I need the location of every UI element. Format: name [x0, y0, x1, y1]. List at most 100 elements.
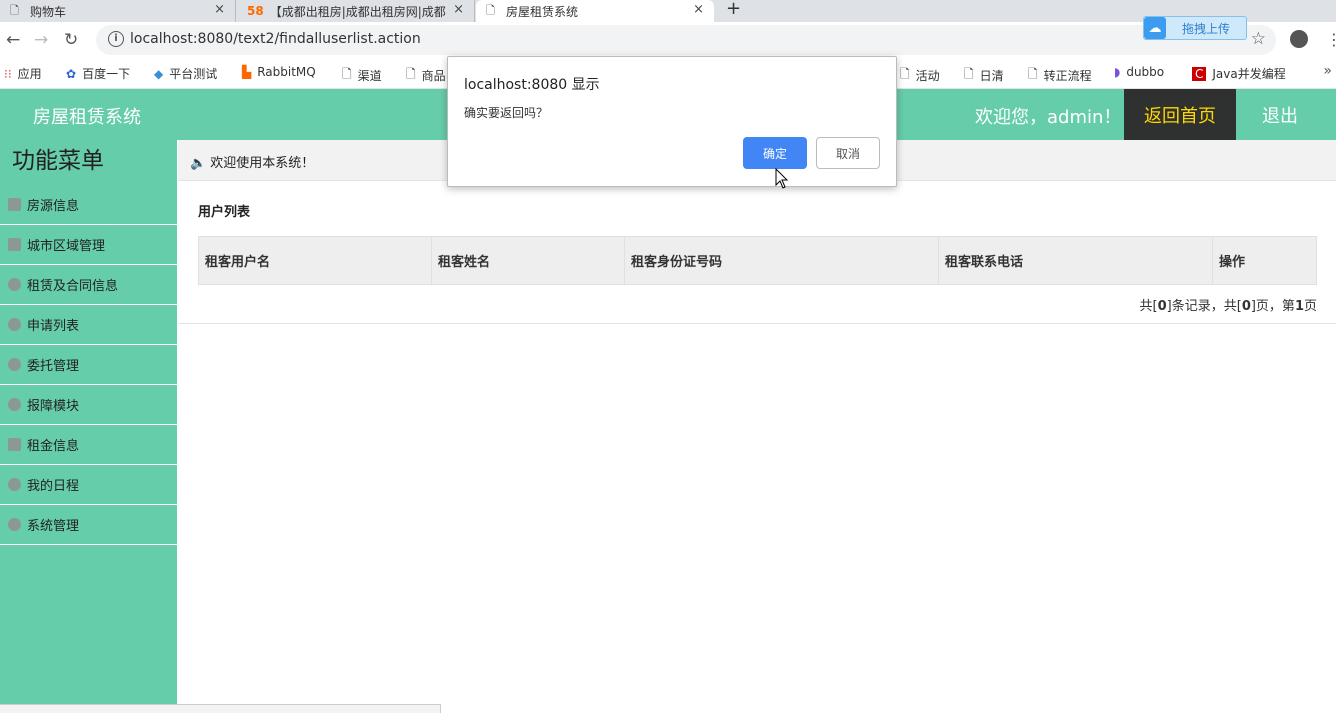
dialog-title: localhost:8080 显示	[464, 77, 600, 93]
pager-text: 共[	[1139, 299, 1158, 314]
page-icon: 🗋	[406, 67, 416, 81]
bookmarks-more-icon[interactable]: »	[1323, 63, 1332, 79]
bookmark-label: 活动	[915, 69, 940, 83]
browser-tab-58[interactable]: 58 【成都出租房|成都出租房网|成都 ×	[237, 0, 475, 22]
close-icon[interactable]: ×	[693, 2, 704, 17]
bookmark-apps[interactable]: ⁝⁝ 应用	[4, 65, 42, 82]
record-count: 0	[1157, 299, 1167, 314]
home-button[interactable]: 返回首页	[1124, 89, 1236, 140]
sidebar-item-label: 申请列表	[27, 319, 80, 334]
sidebar-item-label: 租赁及合同信息	[27, 279, 119, 294]
sidebar-item-system[interactable]: 系统管理	[0, 505, 177, 545]
column-header-name: 租客姓名	[431, 236, 625, 285]
page-icon: 🗋	[900, 67, 910, 81]
bookmark-activity[interactable]: 🗋 活动	[900, 65, 940, 86]
divider	[178, 323, 1336, 324]
reload-icon[interactable]: ↻	[64, 30, 78, 50]
info-icon[interactable]: i	[108, 31, 124, 47]
sidebar: 功能菜单 房源信息 城市区域管理 租赁及合同信息 申请列表 委托管理 报障模块 …	[0, 140, 177, 712]
bookmark-regularization[interactable]: 🗋 转正流程	[1028, 65, 1092, 86]
sidebar-item-label: 城市区域管理	[27, 239, 106, 254]
gear-icon	[8, 518, 21, 531]
bookmark-label: 平台测试	[169, 67, 218, 81]
diamond-icon: ◆	[154, 66, 164, 81]
column-header-actions: 操作	[1212, 236, 1317, 285]
cloud-icon: ☁	[1144, 17, 1166, 39]
column-header-id-number: 租客身份证号码	[624, 236, 939, 285]
page-icon: 🗋	[1028, 67, 1038, 81]
notice-text: 欢迎使用本系统！	[210, 156, 315, 171]
menu-kebab-icon[interactable]: ⋮	[1326, 30, 1336, 49]
csdn-icon: C	[1192, 66, 1207, 81]
apps-grid-icon: ⁝⁝	[4, 66, 12, 81]
sidebar-item-repairs[interactable]: 报障模块	[0, 385, 177, 425]
forward-arrow-icon[interactable]: →	[34, 30, 48, 50]
bookmark-goods[interactable]: 🗋 商品	[406, 65, 446, 86]
star-icon[interactable]: ☆	[1251, 29, 1266, 49]
speaker-icon: 🔈	[190, 156, 207, 171]
url-text[interactable]: localhost:8080/text2/findalluserlist.act…	[130, 31, 421, 47]
bookmark-label: 商品	[421, 69, 446, 83]
sidebar-item-entrust[interactable]: 委托管理	[0, 345, 177, 385]
gear-icon	[8, 358, 21, 371]
upload-label: 拖拽上传	[1181, 21, 1230, 36]
bookmark-label: RabbitMQ	[257, 65, 316, 79]
tab-label: 购物车	[30, 4, 67, 19]
app-title: 房屋租赁系统	[33, 107, 141, 128]
close-icon[interactable]: ×	[214, 2, 225, 17]
page-count: 0	[1241, 299, 1251, 314]
sidebar-item-schedule[interactable]: 我的日程	[0, 465, 177, 505]
address-bar[interactable]: i localhost:8080/text2/findalluserlist.a…	[96, 25, 1276, 55]
sidebar-item-label: 房源信息	[27, 199, 80, 214]
user-card-icon	[8, 438, 21, 451]
table-header-row: 租客用户名 租客姓名 租客身份证号码 租客联系电话 操作	[198, 236, 1317, 285]
browser-tab-cart[interactable]: 🗋 购物车 ×	[0, 0, 236, 22]
bookmark-java-concurrency[interactable]: C Java并发编程	[1192, 65, 1286, 82]
sidebar-item-applications[interactable]: 申请列表	[0, 305, 177, 345]
bookmark-dubbo[interactable]: ◗ dubbo	[1114, 65, 1164, 79]
sidebar-item-leases[interactable]: 租赁及合同信息	[0, 265, 177, 305]
pagination-info: 共[0]条记录，共[0]页，第1页	[1140, 295, 1317, 314]
bookmark-daily[interactable]: 🗋 日清	[964, 65, 1004, 86]
pager-text: ]页，第	[1250, 299, 1295, 314]
back-arrow-icon[interactable]: ←	[6, 30, 20, 50]
pager-text: 页	[1303, 299, 1317, 314]
bookmark-label: 百度一下	[82, 67, 131, 81]
bookmark-baidu[interactable]: ✿ 百度一下	[66, 65, 130, 82]
tab-label: 房屋租赁系统	[506, 4, 579, 19]
rabbitmq-icon: ▙	[242, 65, 252, 79]
user-card-icon	[8, 238, 21, 251]
ok-button[interactable]: 确定	[743, 137, 807, 169]
bookmark-rabbitmq[interactable]: ▙ RabbitMQ	[242, 65, 316, 79]
bookmark-label: 转正流程	[1043, 69, 1092, 83]
gear-icon	[8, 478, 21, 491]
sidebar-item-rent[interactable]: 租金信息	[0, 425, 177, 465]
sidebar-item-listings[interactable]: 房源信息	[0, 185, 177, 225]
gear-icon	[8, 398, 21, 411]
dubbo-icon: ◗	[1114, 65, 1121, 79]
gear-icon	[8, 318, 21, 331]
bookmark-channel[interactable]: 🗋 渠道	[342, 65, 382, 86]
cancel-button[interactable]: 取消	[816, 137, 880, 169]
bookmark-label: 日清	[979, 69, 1004, 83]
browser-tab-rental-system[interactable]: 🗋 房屋租赁系统 ×	[476, 0, 714, 22]
column-header-username: 租客用户名	[198, 236, 432, 285]
sidebar-item-label: 系统管理	[27, 519, 80, 534]
new-tab-button[interactable]: +	[726, 0, 741, 19]
browser-toolbar: ← → ↻ i localhost:8080/text2/findalluser…	[0, 16, 1336, 60]
current-page: 1	[1294, 299, 1304, 314]
logout-button[interactable]: 退出	[1236, 89, 1324, 140]
user-table: 租客用户名 租客姓名 租客身份证号码 租客联系电话 操作	[198, 236, 1317, 285]
sidebar-item-city-areas[interactable]: 城市区域管理	[0, 225, 177, 265]
page-icon: 🗋	[342, 67, 352, 81]
list-title: 用户列表	[198, 205, 251, 220]
mouse-cursor-icon	[775, 168, 789, 189]
baidu-paw-icon: ✿	[66, 66, 77, 81]
user-card-icon	[8, 198, 21, 211]
pager-text: ]条记录，共[	[1166, 299, 1242, 314]
page-icon: 🗋	[486, 3, 495, 17]
upload-extension-button[interactable]: ☁ 拖拽上传	[1143, 16, 1247, 40]
bookmark-platform-test[interactable]: ◆ 平台测试	[154, 65, 217, 82]
account-icon[interactable]	[1290, 30, 1308, 48]
close-icon[interactable]: ×	[453, 2, 464, 17]
